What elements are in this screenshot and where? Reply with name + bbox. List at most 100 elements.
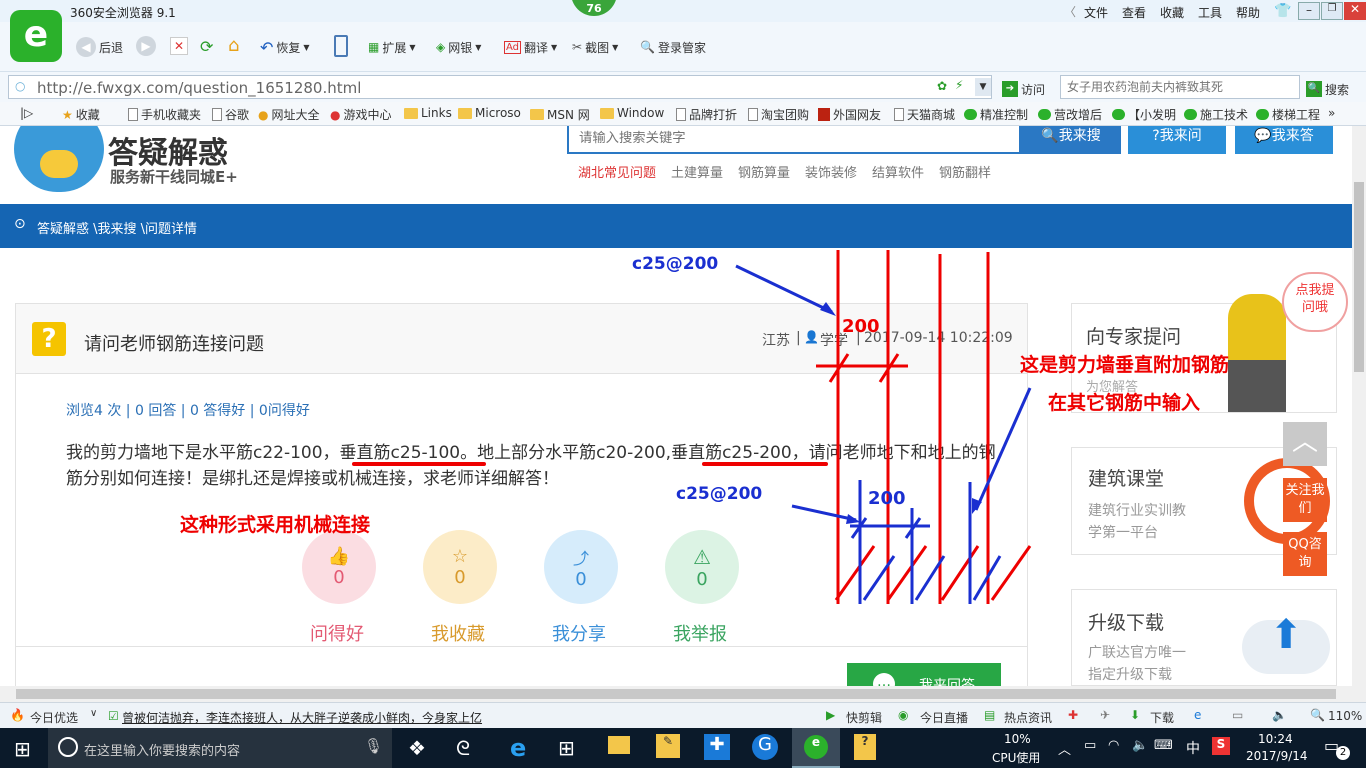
horizontal-scrollbar[interactable] (0, 686, 1366, 702)
play-icon: ▶ (826, 708, 836, 722)
fav-invention[interactable]: 【小发明 (1112, 106, 1176, 123)
downloads[interactable]: 下载 (1150, 709, 1174, 726)
explorer-icon[interactable] (608, 736, 630, 754)
fav-msn[interactable]: MSN 网 (530, 106, 590, 123)
fav-label: 品牌打折 (689, 108, 738, 122)
menu-favorites[interactable]: 收藏 (1160, 4, 1184, 21)
fav-taobao[interactable]: 淘宝团购 (748, 106, 809, 123)
status-bar: 🔥 今日优选 ∨ ☑ 曾被何洁抛弃，李连杰接班人，从大胖子逆袭成小鲜肉，今身家上… (0, 702, 1366, 728)
restore-button[interactable]: ❐ (1321, 2, 1343, 20)
fav-webdir[interactable]: ● 网址大全 (258, 106, 320, 123)
hot-news[interactable]: 热点资讯 (1004, 709, 1052, 726)
bank-button[interactable]: ◈ 网银 ▼ (436, 36, 481, 58)
menu-tools[interactable]: 工具 (1198, 4, 1222, 21)
windows-start-icon[interactable]: ⊞ (14, 737, 31, 761)
back-button[interactable]: ◀ 后退 (76, 36, 123, 58)
fav-foreign[interactable]: 外国网友 (818, 106, 881, 123)
address-row: ○ http://e.fwxgx.com/question_1651280.ht… (0, 72, 1366, 102)
more-favorites-icon[interactable]: » (1328, 106, 1335, 120)
search-input[interactable] (1060, 75, 1300, 99)
stop-icon[interactable]: ✕ (170, 37, 188, 55)
task-view-icon[interactable]: ❖ (408, 736, 426, 760)
help-app-icon[interactable]: ? (854, 734, 876, 760)
arrowhead-icon (820, 302, 836, 316)
ie-icon[interactable]: e (1194, 708, 1201, 722)
today-picks[interactable]: 今日优选 (30, 709, 78, 726)
fav-google[interactable]: 谷歌 (212, 106, 249, 123)
scroll-thumb[interactable] (16, 689, 1336, 699)
minimize-button[interactable]: – (1298, 2, 1320, 20)
url-dropdown-icon[interactable]: ▼ (975, 78, 991, 96)
battery-icon[interactable]: ▭ (1084, 738, 1096, 753)
translate-button[interactable]: Ad 翻译 ▼ (504, 36, 557, 58)
chevron-down-icon[interactable]: ∨ (90, 708, 97, 719)
pin-icon[interactable]: ✈ (1100, 708, 1110, 722)
app-swirl-icon[interactable]: ᘓ (456, 736, 470, 760)
folder-icon (458, 107, 472, 119)
visit-button[interactable]: ➔ 访问 (1002, 78, 1045, 100)
lightning-icon[interactable]: ⚡ (955, 78, 963, 92)
vertical-scrollbar[interactable] (1352, 126, 1366, 686)
fav-precise[interactable]: 精准控制 (964, 106, 1028, 123)
speaker-icon[interactable]: 🔈 (1272, 708, 1287, 722)
security-icon[interactable]: ✿ (937, 79, 947, 93)
sogou-icon[interactable]: S (1212, 737, 1230, 755)
browser-logo-icon[interactable]: e (10, 10, 62, 62)
zoom-level[interactable]: 110% (1328, 709, 1362, 723)
news-ticker[interactable]: 曾被何洁抛弃，李连杰接班人，从大胖子逆袭成小鲜肉，今身家上亿 (122, 709, 482, 726)
fav-construction[interactable]: 施工技术 (1184, 106, 1248, 123)
fav-collect[interactable]: ★ 收藏 (62, 106, 100, 123)
fav-tmall[interactable]: 天猫商城 (894, 106, 955, 123)
ime-indicator[interactable]: 中 (1186, 738, 1200, 758)
chevron-left-icon[interactable]: 〈 (1064, 3, 1076, 20)
close-button[interactable]: ✕ (1344, 2, 1366, 20)
refresh-icon[interactable]: ⟳ (200, 37, 218, 56)
today-live[interactable]: 今日直播 (920, 709, 968, 726)
plus-icon[interactable]: ✚ (1068, 708, 1078, 722)
url-text[interactable]: http://e.fwxgx.com/question_1651280.html (37, 79, 361, 97)
fav-vat[interactable]: 营改增后 (1038, 106, 1102, 123)
restore-tab-button[interactable]: ↶ 恢复 ▼ (260, 36, 310, 58)
login-manager-button[interactable]: 🔍 登录管家 (640, 36, 706, 58)
score-badge[interactable]: 76 (571, 0, 617, 16)
address-bar[interactable]: ○ http://e.fwxgx.com/question_1651280.ht… (8, 75, 992, 99)
window-icon[interactable]: ▭ (1232, 708, 1243, 722)
screenshot-button[interactable]: ✂ 截图 ▼ (572, 36, 618, 58)
store-icon[interactable]: ⊞ (558, 736, 575, 760)
quick-clip[interactable]: 快剪辑 (846, 709, 882, 726)
menu-help[interactable]: 帮助 (1236, 4, 1260, 21)
edge-icon[interactable]: e (510, 734, 526, 762)
home-icon[interactable]: ⌂ (228, 35, 239, 56)
notes-app-icon[interactable]: ✎ (656, 734, 680, 758)
forward-icon[interactable]: ▶ (136, 36, 156, 56)
menu-view[interactable]: 查看 (1122, 4, 1146, 21)
folder-icon (530, 109, 544, 120)
fav-windows[interactable]: Window (600, 106, 664, 120)
favorites-bar: |▷ ★ 收藏 手机收藏夹 谷歌 ● 网址大全 ● 游戏中心 Links Micros… (0, 102, 1366, 126)
fav-game[interactable]: ● 游戏中心 (330, 106, 392, 123)
page-icon (894, 108, 904, 121)
fav-links[interactable]: Links (404, 106, 452, 120)
phone-icon[interactable] (334, 35, 348, 57)
menu-file[interactable]: 文件 (1084, 4, 1108, 21)
volume-icon[interactable]: 🔈 (1132, 738, 1148, 753)
fav-mobile[interactable]: 手机收藏夹 (128, 106, 201, 123)
active-browser-task[interactable]: e (792, 728, 840, 768)
chevron-up-icon[interactable]: ︿ (1058, 739, 1071, 758)
sync-app-icon[interactable]: ✚ (704, 734, 730, 760)
clock-time[interactable]: 10:24 (1258, 732, 1293, 746)
g-app-icon[interactable]: G (752, 734, 778, 760)
shirt-icon[interactable]: 👕 (1274, 3, 1291, 19)
clock-date[interactable]: 2017/9/14 (1246, 749, 1308, 763)
fav-microsoft[interactable]: Microso (458, 106, 521, 120)
wifi-icon[interactable]: ◠ (1108, 738, 1119, 753)
taskbar-search[interactable]: 在这里输入你要搜索的内容 🎙 (48, 728, 392, 768)
extend-button[interactable]: ▦ 扩展 ▼ (368, 36, 416, 58)
scroll-thumb[interactable] (1354, 182, 1364, 372)
fav-stairs[interactable]: 楼梯工程 (1256, 106, 1320, 123)
search-button[interactable]: 🔍 搜索 (1306, 78, 1349, 100)
keyboard-icon[interactable]: ⌨ (1154, 738, 1173, 753)
fav-brand[interactable]: 品牌打折 (676, 106, 737, 123)
sidebar-toggle-icon[interactable]: |▷ (20, 106, 33, 120)
annotation-mid-label: c25@200 (676, 484, 763, 504)
